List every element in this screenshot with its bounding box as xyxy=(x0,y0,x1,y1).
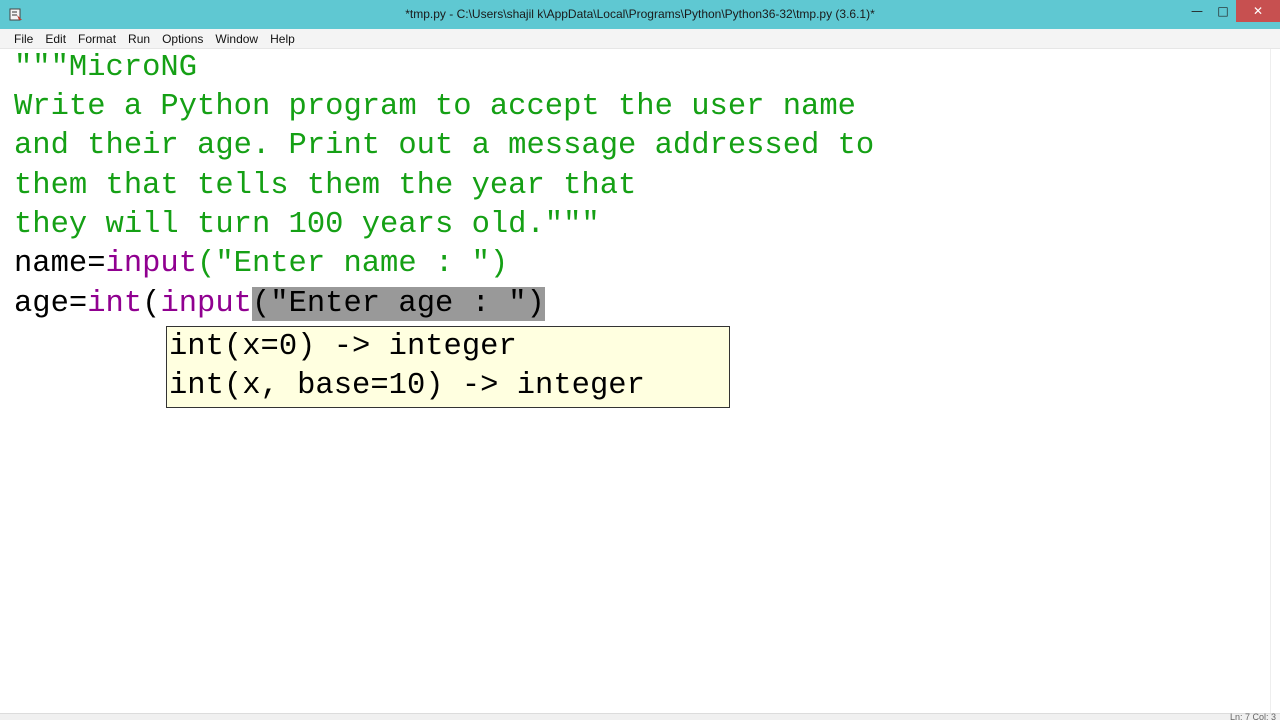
menu-options[interactable]: Options xyxy=(156,32,209,46)
calltip-line: int(x, base=10) -> integer xyxy=(169,369,645,403)
code-line: Write a Python program to accept the use… xyxy=(14,90,856,124)
code-token: ("Enter name : ") xyxy=(197,247,509,281)
menu-help[interactable]: Help xyxy=(264,32,301,46)
code-line: them that tells them the year that xyxy=(14,169,637,203)
code-token: ( xyxy=(142,287,161,321)
minimize-button[interactable]: — xyxy=(1184,0,1210,22)
menu-file[interactable]: File xyxy=(8,32,39,46)
code-line: age=int(input("Enter age : ") xyxy=(14,285,545,324)
close-button[interactable]: ✕ xyxy=(1236,0,1280,22)
menu-edit[interactable]: Edit xyxy=(39,32,72,46)
menu-bar: File Edit Format Run Options Window Help xyxy=(0,29,1280,49)
window-controls: — □ ✕ xyxy=(1184,0,1280,29)
menu-window[interactable]: Window xyxy=(209,32,264,46)
vertical-scrollbar[interactable] xyxy=(1270,49,1280,713)
code-token: input xyxy=(105,247,198,281)
status-bar: Ln: 7 Col: 3 xyxy=(0,712,1280,720)
code-line: name=input("Enter name : ") xyxy=(14,245,508,284)
code-token: age= xyxy=(14,287,88,321)
calltip-popup: int(x=0) -> integer int(x, base=10) -> in… xyxy=(166,326,730,408)
code-token: int xyxy=(87,287,143,321)
code-line: they will turn 100 years old.""" xyxy=(14,208,600,242)
code-token: name= xyxy=(14,247,106,281)
menu-run[interactable]: Run xyxy=(122,32,156,46)
window-title: *tmp.py - C:\Users\shajil k\AppData\Loca… xyxy=(405,7,875,21)
code-token: input xyxy=(160,287,252,321)
code-line: and their age. Print out a message addre… xyxy=(14,129,875,163)
title-bar[interactable]: *tmp.py - C:\Users\shajil k\AppData\Loca… xyxy=(0,0,1280,29)
calltip-line: int(x=0) -> integer xyxy=(169,330,517,364)
code-line: """MicroNG xyxy=(14,51,198,85)
menu-format[interactable]: Format xyxy=(72,32,122,46)
selected-text: ("Enter age : ") xyxy=(251,287,545,321)
cursor-position: Ln: 7 Col: 3 xyxy=(1229,712,1276,720)
maximize-button[interactable]: □ xyxy=(1210,0,1236,22)
